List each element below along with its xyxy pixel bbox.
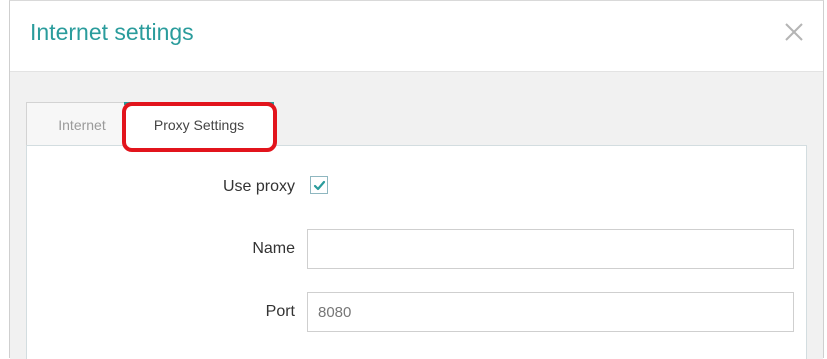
- name-input[interactable]: [307, 229, 794, 269]
- dialog-header: Internet settings: [10, 1, 823, 72]
- check-icon: [313, 180, 326, 191]
- tab-bar: Internet Proxy Settings: [22, 90, 802, 152]
- tab-internet[interactable]: Internet: [26, 102, 138, 146]
- close-icon: [785, 23, 803, 41]
- close-button[interactable]: [780, 18, 808, 46]
- port-input[interactable]: 8080: [307, 292, 794, 332]
- tab-proxy-settings[interactable]: Proxy Settings: [124, 102, 274, 146]
- name-label: Name: [252, 240, 295, 257]
- port-label: Port: [265, 303, 295, 320]
- use-proxy-checkbox[interactable]: [310, 176, 328, 194]
- internet-settings-dialog: Internet settings Internet Proxy Setting…: [9, 0, 824, 359]
- proxy-settings-panel: Use proxy Name Port 8080: [26, 145, 807, 359]
- dialog-title: Internet settings: [30, 19, 194, 45]
- dialog-content: Internet Proxy Settings Use proxy Name P…: [10, 72, 823, 359]
- use-proxy-label: Use proxy: [222, 178, 295, 195]
